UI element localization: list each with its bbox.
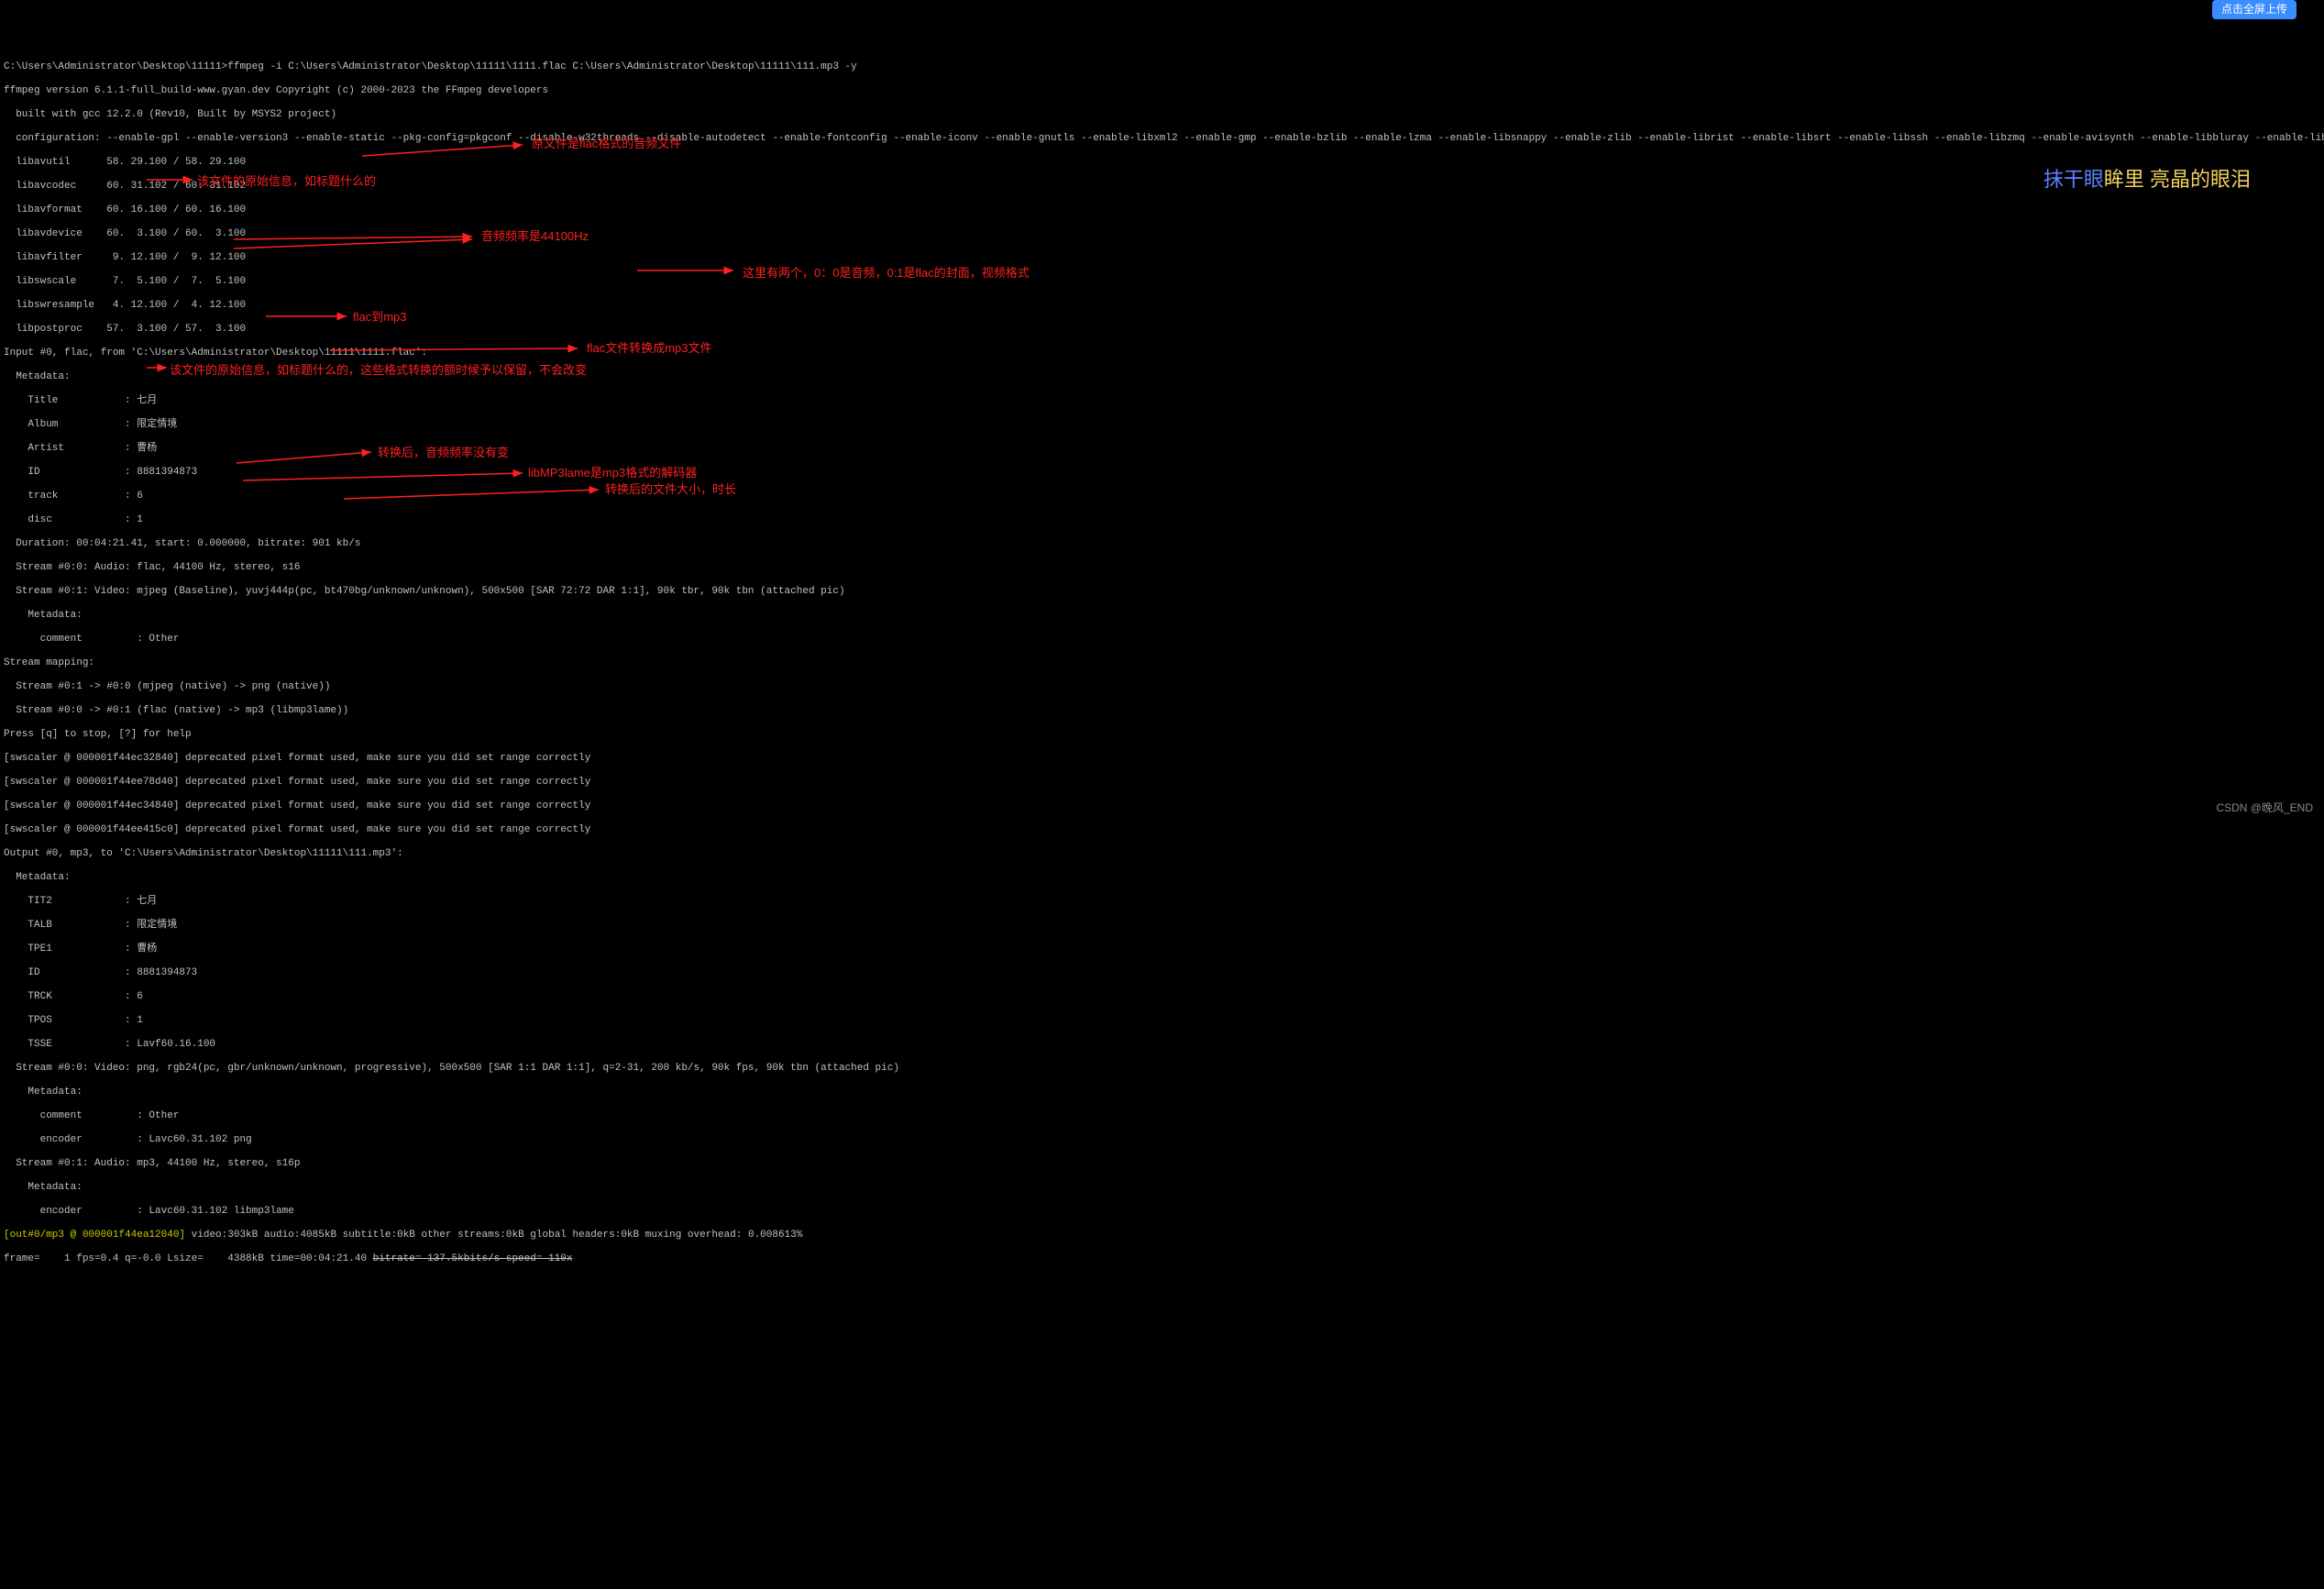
command-line: C:\Users\Administrator\Desktop\11111>ffm… (4, 61, 2320, 73)
annotation-output-size: 转换后的文件大小，时长 (605, 483, 736, 495)
stream-mapping: Stream #0:0 -> #0:1 (flac (native) -> mp… (4, 705, 2320, 717)
annotation-source-flac: 原文件是flac格式的音频文件 (532, 138, 681, 149)
ffmpeg-version: ffmpeg version 6.1.1-full_build-www.gyan… (4, 85, 2320, 97)
press-hint: Press [q] to stop, [?] for help (4, 729, 2320, 741)
built-with: built with gcc 12.2.0 (Rev10, Built by M… (4, 109, 2320, 121)
input-header: Input #0, flac, from 'C:\Users\Administr… (4, 348, 2320, 359)
output-metadata: TPOS : 1 (4, 1015, 2320, 1027)
lib-version: libswscale 7. 5.100 / 7. 5.100 (4, 276, 2320, 288)
stream-video-meta: Metadata: (4, 610, 2320, 622)
swscaler-warn: [swscaler @ 000001f44ee415c0] deprecated… (4, 824, 2320, 836)
input-metadata: Artist : 曹杨 (4, 443, 2320, 455)
lib-version: libswresample 4. 12.100 / 4. 12.100 (4, 300, 2320, 312)
annotation-meta-in: 该文件的原始信息，如标题什么的 (197, 175, 376, 187)
output-metadata: TPE1 : 曹杨 (4, 943, 2320, 955)
lib-version: libpostproc 57. 3.100 / 57. 3.100 (4, 324, 2320, 336)
output-metadata: ID : 8881394873 (4, 967, 2320, 979)
annotation-two-streams: 这里有两个，0：0是音频，0:1是flac的封面，视频格式 (743, 267, 1030, 279)
swscaler-warn: [swscaler @ 000001f44ee78d40] deprecated… (4, 777, 2320, 789)
stream-video-in: Stream #0:1: Video: mjpeg (Baseline), yu… (4, 586, 2320, 598)
annotation-libmp3lame: libMP3lame是mp3格式的解码器 (528, 467, 697, 479)
summary-line: [out#0/mp3 @ 000001f44ea12040] video:303… (4, 1230, 2320, 1241)
swscaler-warn: [swscaler @ 000001f44ec34840] deprecated… (4, 800, 2320, 812)
upload-badge[interactable]: 点击全屏上传 (2212, 0, 2296, 19)
duration: Duration: 00:04:21.41, start: 0.000000, … (4, 538, 2320, 550)
output-metadata: TRCK : 6 (4, 991, 2320, 1003)
input-metadata: track : 6 (4, 491, 2320, 502)
stream-audio-out: Stream #0:1: Audio: mp3, 44100 Hz, stere… (4, 1158, 2320, 1170)
configuration: configuration: --enable-gpl --enable-ver… (4, 133, 2320, 145)
stream-audio-out-meta: Metadata: (4, 1182, 2320, 1194)
stream-audio-in: Stream #0:0: Audio: flac, 44100 Hz, ster… (4, 562, 2320, 574)
annotation-meta-kept: 该文件的原始信息，如标题什么的，这些格式转换的额时候予以保留，不会改变 (170, 364, 587, 377)
stream-video-out-meta: Metadata: (4, 1087, 2320, 1098)
lib-version: libavformat 60. 16.100 / 60. 16.100 (4, 204, 2320, 216)
terminal-output: C:\Users\Administrator\Desktop\11111>ffm… (0, 48, 2324, 1279)
stream-audio-out-meta: encoder : Lavc60.31.102 libmp3lame (4, 1206, 2320, 1218)
input-metadata: Album : 限定情境 (4, 419, 2320, 431)
output-header: Output #0, mp3, to 'C:\Users\Administrat… (4, 848, 2320, 860)
csdn-watermark: CSDN @晚风_END (2216, 802, 2313, 814)
output-metadata: Metadata: (4, 872, 2320, 884)
music-lyrics-overlay: 抹干眼眸里 亮晶的眼泪 (2032, 161, 2251, 185)
stream-video-out-meta: comment : Other (4, 1110, 2320, 1122)
annotation-flac-to-mp3: flac到mp3 (353, 311, 407, 323)
input-metadata: ID : 8881394873 (4, 467, 2320, 479)
lib-version: libavdevice 60. 3.100 / 60. 3.100 (4, 228, 2320, 240)
annotation-rate-same: 转换后，音频频率没有变 (378, 447, 509, 458)
input-metadata: disc : 1 (4, 514, 2320, 526)
stream-video-out: Stream #0:0: Video: png, rgb24(pc, gbr/u… (4, 1063, 2320, 1075)
stream-video-out-meta: encoder : Lavc60.31.102 png (4, 1134, 2320, 1146)
output-metadata: TSSE : Lavf60.16.100 (4, 1039, 2320, 1051)
stream-mapping: Stream mapping: (4, 657, 2320, 669)
lib-version: libavfilter 9. 12.100 / 9. 12.100 (4, 252, 2320, 264)
swscaler-warn: [swscaler @ 000001f44ec32840] deprecated… (4, 753, 2320, 765)
input-metadata: Title : 七月 (4, 395, 2320, 407)
output-metadata: TIT2 : 七月 (4, 896, 2320, 908)
annotation-sample-rate: 音频频率是44100Hz (481, 230, 589, 242)
lib-version: libavutil 58. 29.100 / 58. 29.100 (4, 157, 2320, 169)
stream-video-meta: comment : Other (4, 634, 2320, 646)
stream-mapping: Stream #0:1 -> #0:0 (mjpeg (native) -> p… (4, 681, 2320, 693)
output-metadata: TALB : 限定情境 (4, 920, 2320, 932)
annotation-output-mp3: flac文件转换成mp3文件 (587, 342, 712, 354)
frame-line: frame= 1 fps=0.4 q=-0.0 Lsize= 4388kB ti… (4, 1253, 2320, 1265)
